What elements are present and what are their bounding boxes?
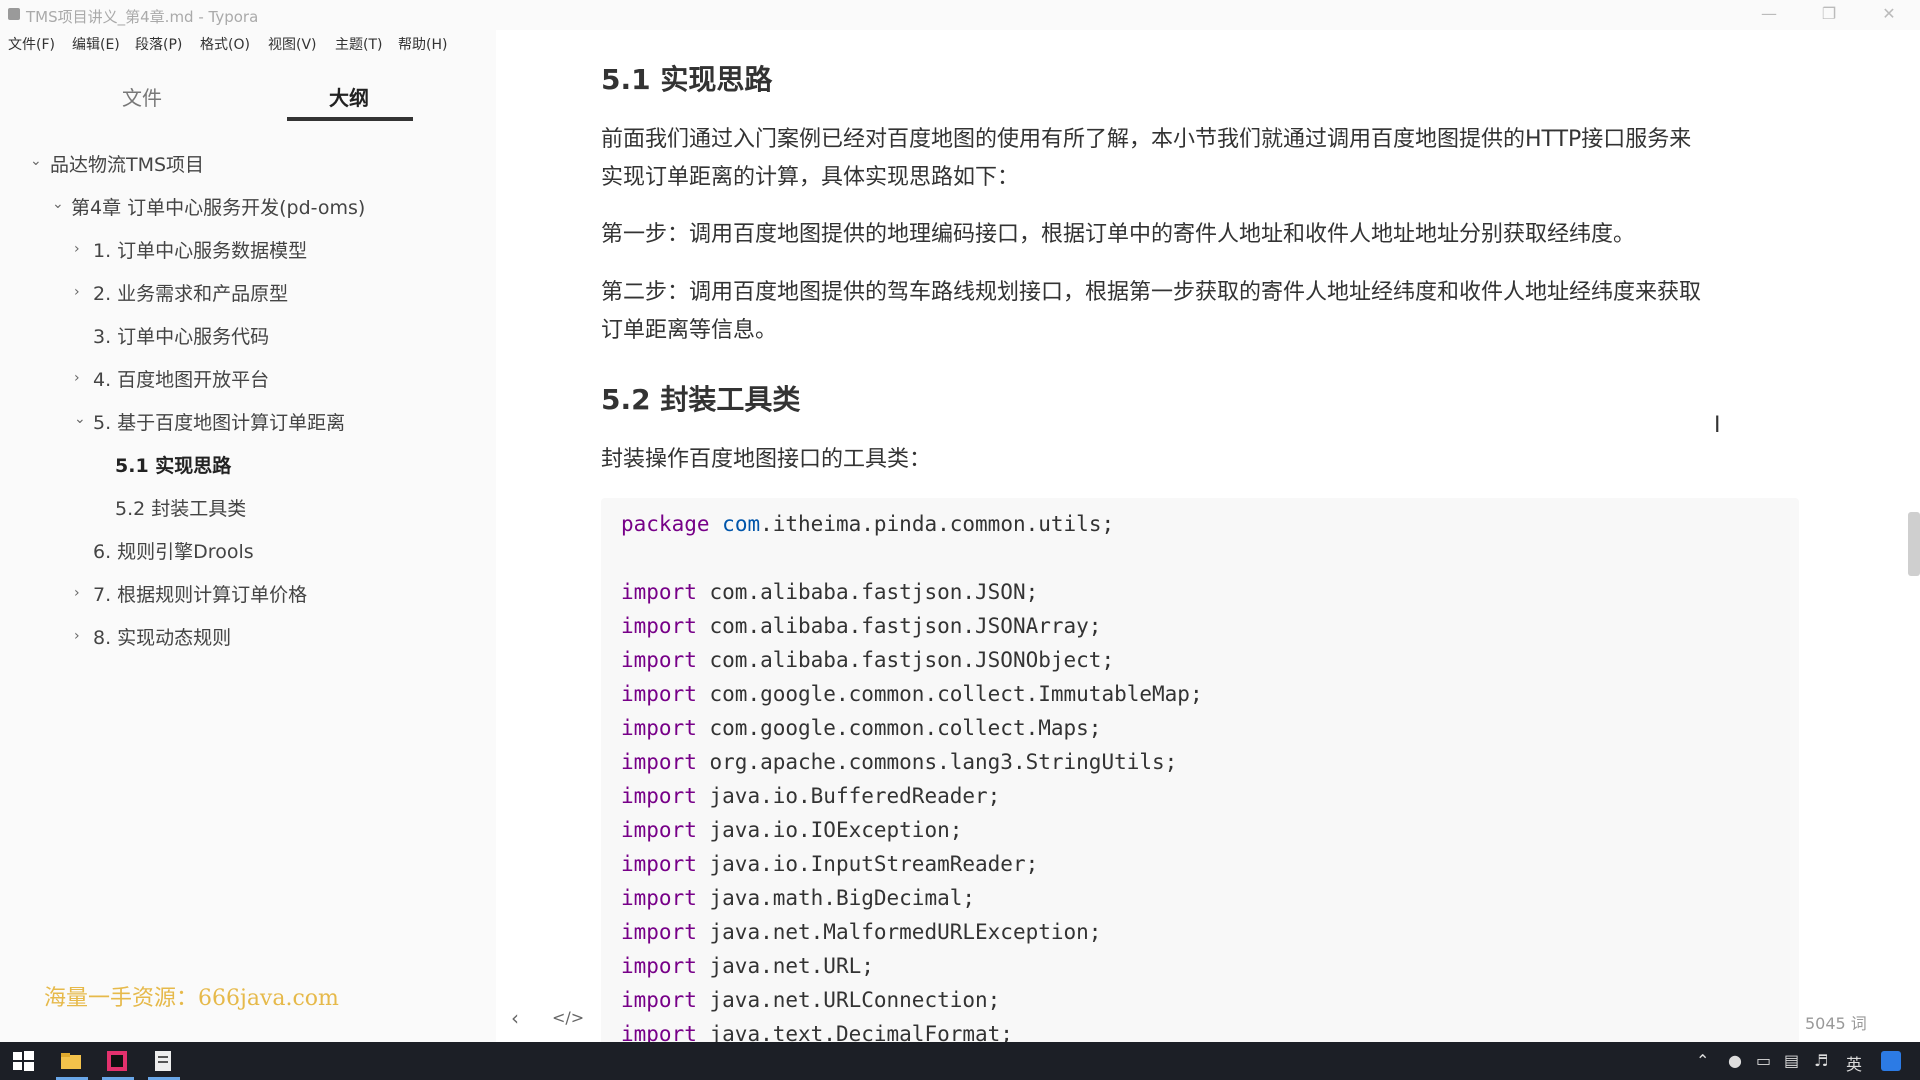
volume-icon[interactable]: ♬	[1814, 1051, 1828, 1070]
paragraph-step-2-line-1: 第二步：调用百度地图提供的驾车路线规划接口，根据第一步获取的寄件人地址经纬度和收…	[601, 280, 1702, 305]
heading-5-1: 5.1 实现思路	[601, 63, 773, 96]
code-import-line: import com.alibaba.fastjson.JSONArray;	[621, 614, 1102, 638]
outline-item[interactable]: 2. 业务需求和产品原型	[93, 279, 288, 306]
outline-item[interactable]: 3. 订单中心服务代码	[93, 322, 269, 349]
menu-file[interactable]: 文件(F)	[8, 34, 55, 54]
outline-item[interactable]: 5. 基于百度地图计算订单距离	[93, 408, 345, 435]
minimize-icon[interactable]: —	[1740, 0, 1798, 30]
windows-taskbar: ⌃ ● ▭ ▤ ♬ 英	[0, 1042, 1920, 1080]
tab-outline[interactable]: 大纲	[329, 82, 369, 111]
code-import-line: import com.alibaba.fastjson.JSONObject;	[621, 648, 1115, 672]
outline-item[interactable]: 7. 根据规则计算订单价格	[93, 580, 307, 607]
typora-app-icon	[8, 8, 20, 20]
tray-expand-icon[interactable]: ⌃	[1696, 1051, 1709, 1070]
chevron-down-icon[interactable]: ⌄	[74, 411, 86, 427]
code-import-line: import org.apache.commons.lang3.StringUt…	[621, 750, 1178, 774]
intellij-idea-icon[interactable]	[104, 1048, 130, 1074]
text-cursor-icon: I	[1714, 413, 1721, 438]
code-import-line: import java.io.IOException;	[621, 818, 963, 842]
menu-edit[interactable]: 编辑(E)	[72, 34, 120, 54]
watermark-text: 海量一手资源：666java.com	[44, 986, 339, 1011]
chevron-right-icon[interactable]: ›	[74, 370, 80, 386]
code-import-line: import com.alibaba.fastjson.JSON;	[621, 580, 1039, 604]
sidebar: 文件 大纲 ⌄ 品达物流TMS项目 ⌄ 第4章 订单中心服务开发(pd-oms)…	[0, 56, 496, 1042]
outline-item[interactable]: 6. 规则引擎Drools	[93, 537, 254, 564]
paragraph-intro-line-2: 实现订单距离的计算，具体实现思路如下：	[601, 165, 1020, 190]
code-import-line: import java.math.BigDecimal;	[621, 886, 976, 910]
outline-item[interactable]: 4. 百度地图开放平台	[93, 365, 269, 392]
maximize-icon[interactable]: ❐	[1800, 0, 1858, 30]
chevron-right-icon[interactable]: ›	[74, 585, 80, 601]
menu-help[interactable]: 帮助(H)	[398, 34, 447, 54]
typora-taskbar-icon[interactable]	[150, 1048, 176, 1074]
network-icon[interactable]: ▤	[1784, 1051, 1799, 1070]
code-import-line: import java.net.URL;	[621, 954, 874, 978]
code-import-line: import java.net.URLConnection;	[621, 988, 1001, 1012]
outline-item[interactable]: 1. 订单中心服务数据模型	[93, 236, 307, 263]
title-bar: TMS项目讲义_第4章.md - Typora — ❐ ✕	[0, 0, 1920, 30]
menu-theme[interactable]: 主题(T)	[335, 34, 382, 54]
ime-app-icon[interactable]	[1878, 1048, 1904, 1074]
code-import-line: import com.google.common.collect.Maps;	[621, 716, 1102, 740]
menu-bar: 文件(F) 编辑(E) 段落(P) 格式(O) 视图(V) 主题(T) 帮助(H…	[0, 30, 496, 56]
menu-paragraph[interactable]: 段落(P)	[135, 34, 182, 54]
code-block[interactable]: package com.itheima.pinda.common.utils; …	[601, 498, 1799, 1068]
outline-item[interactable]: 品达物流TMS项目	[50, 150, 204, 177]
paragraph-intro-line-1: 前面我们通过入门案例已经对百度地图的使用有所了解，本小节我们就通过调用百度地图提…	[601, 127, 1692, 152]
editor-content[interactable]: 5.1 实现思路 前面我们通过入门案例已经对百度地图的使用有所了解，本小节我们就…	[496, 30, 1920, 1068]
outline-item[interactable]: 8. 实现动态规则	[93, 623, 231, 650]
battery-icon[interactable]: ▭	[1756, 1051, 1771, 1070]
chevron-right-icon[interactable]: ›	[74, 628, 80, 644]
outline-item[interactable]: 5.2 封装工具类	[115, 494, 246, 521]
chevron-right-icon[interactable]: ›	[74, 284, 80, 300]
code-import-line: import java.io.BufferedReader;	[621, 784, 1001, 808]
code-package-line: package com.itheima.pinda.common.utils;	[621, 512, 1115, 536]
paragraph-step-1: 第一步：调用百度地图提供的地理编码接口，根据订单中的寄件人地址和收件人地址地址分…	[601, 222, 1636, 247]
active-tab-indicator	[287, 117, 413, 121]
heading-5-2: 5.2 封装工具类	[601, 383, 801, 416]
window-title: TMS项目讲义_第4章.md - Typora	[26, 8, 259, 26]
chevron-down-icon[interactable]: ⌄	[30, 153, 42, 169]
code-import-line: import java.io.InputStreamReader;	[621, 852, 1039, 876]
code-import-line: import com.google.common.collect.Immutab…	[621, 682, 1203, 706]
outline-item-active[interactable]: 5.1 实现思路	[115, 451, 231, 478]
word-count[interactable]: 5045 词	[1805, 1010, 1867, 1034]
paragraph-step-2-line-2: 订单距离等信息。	[601, 318, 778, 343]
chevron-down-icon[interactable]: ⌄	[52, 196, 64, 212]
microphone-icon[interactable]: ●	[1728, 1051, 1742, 1070]
menu-format[interactable]: 格式(O)	[200, 34, 250, 54]
paragraph-tool-class: 封装操作百度地图接口的工具类：	[601, 447, 932, 472]
file-explorer-icon[interactable]	[58, 1048, 84, 1074]
ime-indicator[interactable]: 英	[1846, 1051, 1862, 1075]
tab-files[interactable]: 文件	[122, 82, 162, 111]
vertical-scrollbar[interactable]	[1908, 512, 1920, 576]
outline-item[interactable]: 第4章 订单中心服务开发(pd-oms)	[71, 193, 365, 220]
close-icon[interactable]: ✕	[1860, 0, 1918, 30]
chevron-right-icon[interactable]: ›	[74, 241, 80, 257]
windows-start-icon[interactable]	[10, 1048, 36, 1074]
code-import-line: import java.net.MalformedURLException;	[621, 920, 1102, 944]
menu-view[interactable]: 视图(V)	[268, 34, 317, 54]
